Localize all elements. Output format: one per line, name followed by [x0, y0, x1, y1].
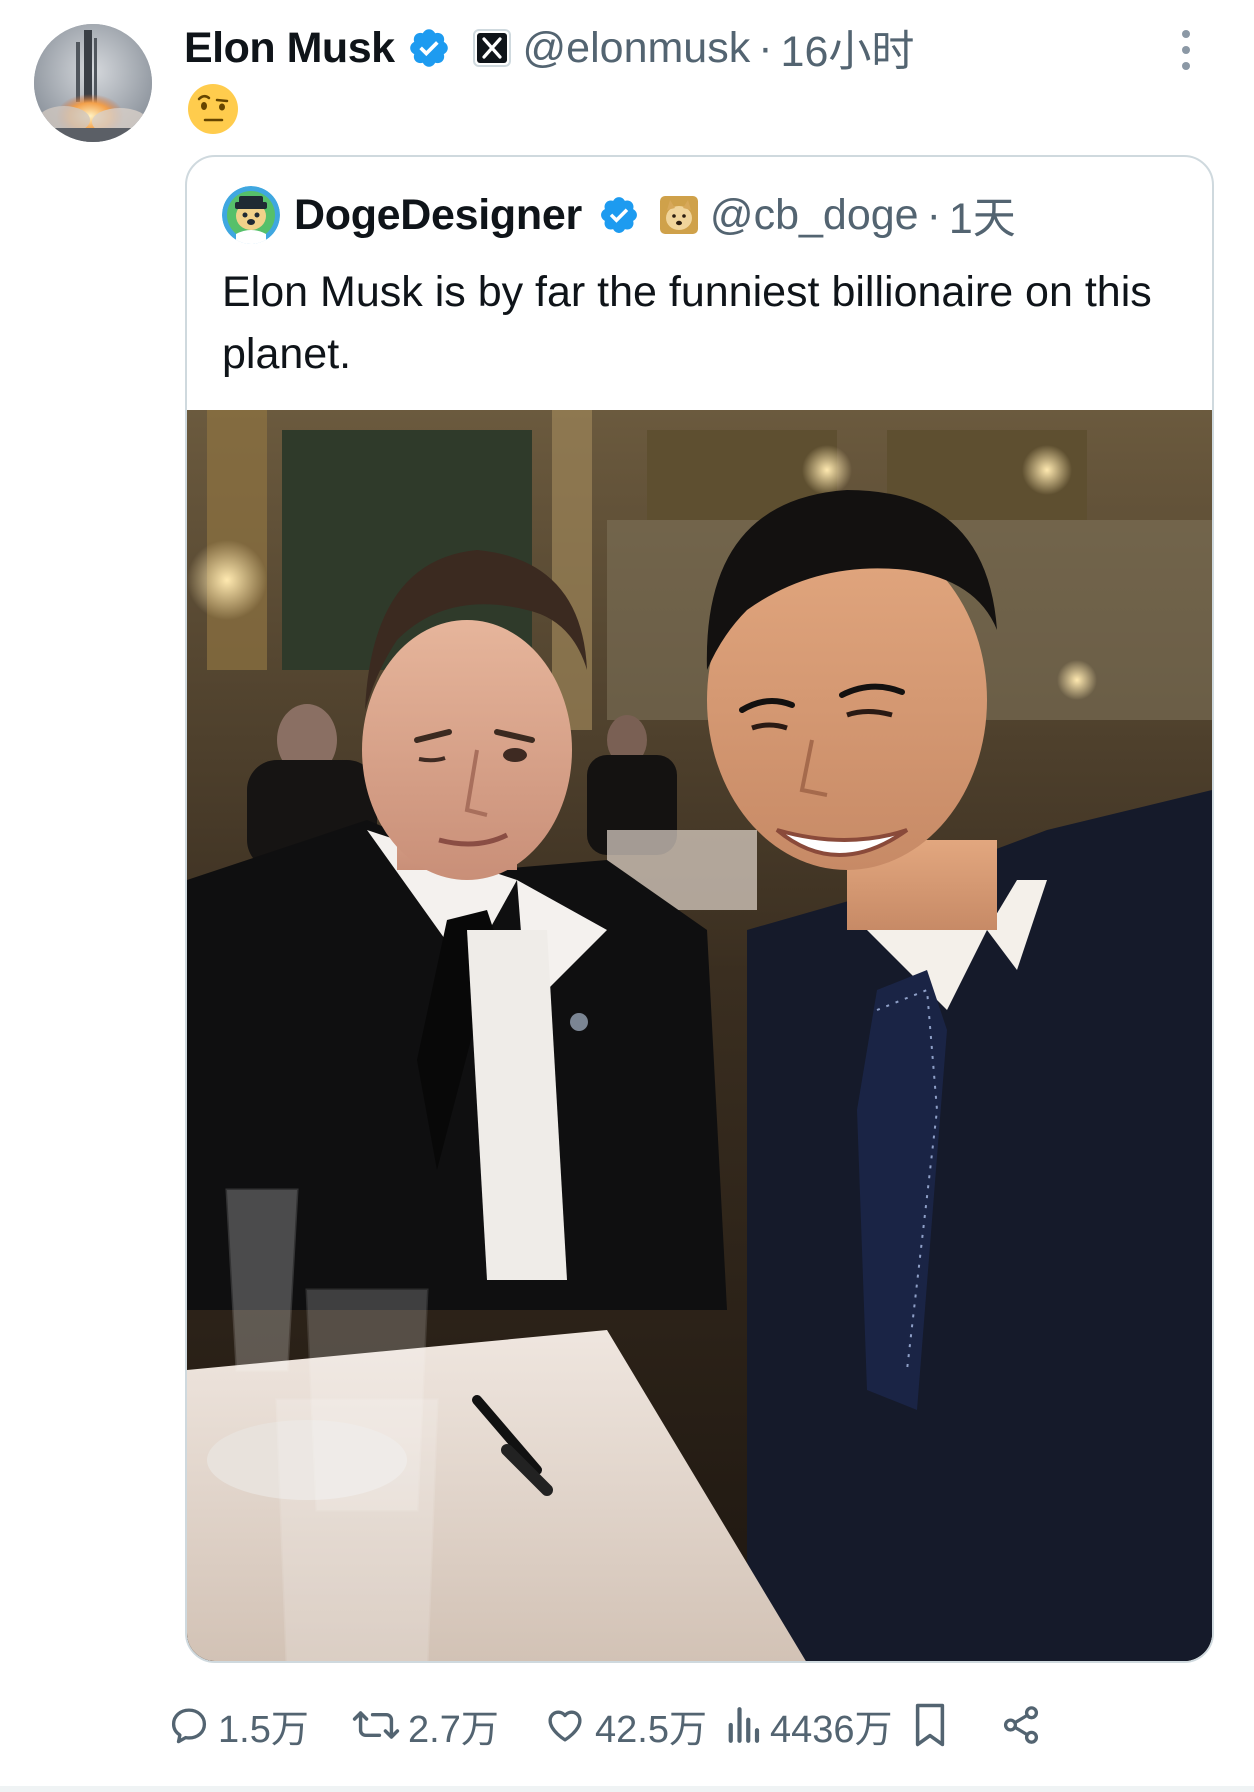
- separator-dot: ·: [926, 190, 941, 239]
- verified-badge-icon[interactable]: [598, 194, 640, 236]
- tweet-actions-bar: 1.5万 2.7万 42.5万 4436万: [0, 1690, 1254, 1760]
- quoted-author-handle[interactable]: @cb_doge: [710, 191, 919, 240]
- doge-badge-icon[interactable]: [659, 196, 698, 234]
- x-affiliate-icon[interactable]: [472, 29, 511, 67]
- quoted-tweet-photo[interactable]: [187, 410, 1212, 1661]
- quoted-tweet-time[interactable]: 1天: [949, 184, 1016, 246]
- views-button[interactable]: 4436万: [724, 1690, 893, 1760]
- share-button[interactable]: [1000, 1690, 1042, 1760]
- tweet-time[interactable]: 16小时: [781, 17, 915, 79]
- verified-badge-icon[interactable]: [407, 26, 451, 70]
- heart-icon: [548, 1710, 582, 1742]
- bookmark-button[interactable]: [912, 1690, 948, 1760]
- like-count: 42.5万: [595, 1708, 707, 1751]
- reply-count: 1.5万: [218, 1708, 309, 1751]
- separator-dot: ·: [758, 23, 773, 72]
- tweet-header: Elon Musk @elonmusk · 16小时: [184, 18, 914, 78]
- reply-icon: [171, 1708, 207, 1744]
- doge-cartoon-avatar[interactable]: [222, 186, 280, 244]
- like-button[interactable]: 42.5万: [543, 1690, 707, 1760]
- retweet-button[interactable]: 2.7万: [352, 1690, 499, 1760]
- author-handle[interactable]: @elonmusk: [523, 24, 751, 73]
- face-with-raised-eyebrow-emoji: [188, 84, 238, 134]
- quoted-tweet-header: DogeDesigner @cb_doge · 1天: [222, 185, 1016, 245]
- two-men-selfie-photo: [187, 410, 1212, 1661]
- rocket-launch-avatar: [34, 24, 152, 142]
- divider: [0, 1786, 1254, 1792]
- reply-button[interactable]: 1.5万: [168, 1690, 309, 1760]
- share-icon: [1003, 1706, 1039, 1744]
- more-options-icon[interactable]: [1178, 28, 1194, 72]
- quoted-tweet-text: Elon Musk is by far the funniest billion…: [222, 268, 1152, 378]
- quoted-tweet-card[interactable]: DogeDesigner @cb_doge · 1天 Elon Musk is …: [185, 155, 1214, 1663]
- bookmark-icon: [915, 1703, 945, 1747]
- retweet-icon: [352, 1711, 400, 1739]
- views-chart-icon: [728, 1707, 760, 1743]
- retweet-count: 2.7万: [408, 1708, 499, 1751]
- author-avatar[interactable]: [34, 24, 152, 142]
- author-name[interactable]: Elon Musk: [184, 24, 395, 73]
- tweet: Elon Musk @elonmusk · 16小时 DogeDesigner …: [0, 0, 1254, 1792]
- views-count: 4436万: [770, 1708, 893, 1751]
- quoted-author-name[interactable]: DogeDesigner: [294, 191, 582, 240]
